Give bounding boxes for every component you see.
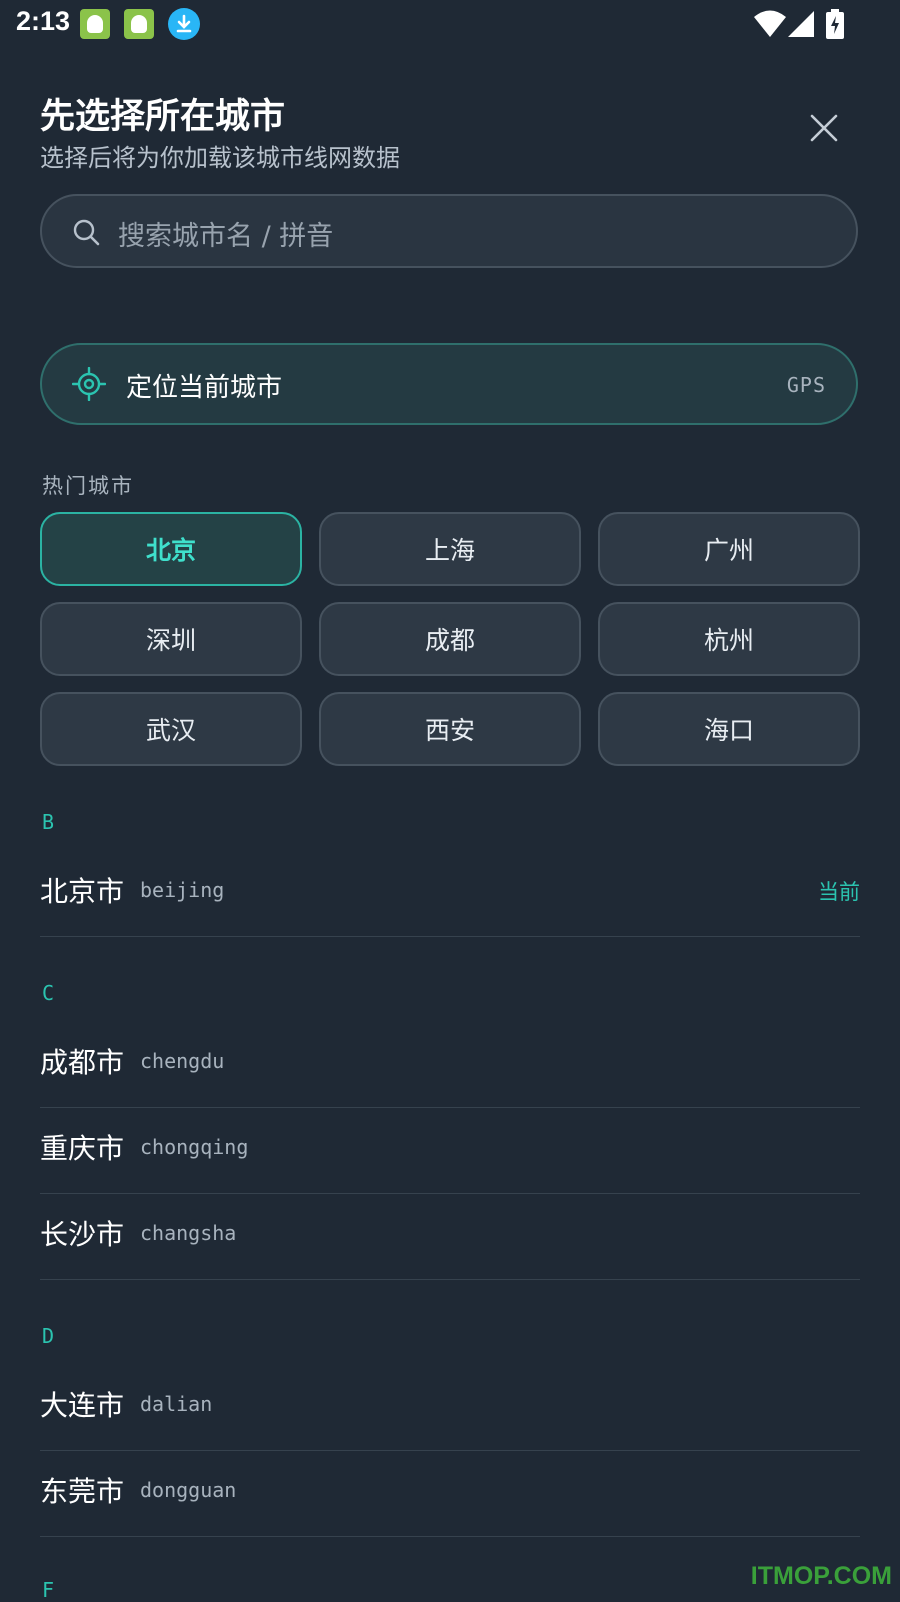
city-row[interactable]: 大连市 dalian bbox=[40, 1364, 860, 1451]
hot-city-chip[interactable]: 西安 bbox=[319, 692, 581, 766]
crosshair-icon bbox=[72, 367, 106, 401]
page-title: 先选择所在城市 bbox=[40, 97, 286, 137]
search-icon bbox=[73, 219, 100, 246]
section-letter: B bbox=[42, 810, 55, 834]
app-icon bbox=[80, 9, 110, 39]
city-pinyin: changsha bbox=[140, 1221, 237, 1245]
city-name: 成都市 bbox=[40, 1046, 125, 1079]
search-input[interactable]: 搜索城市名 / 拼音 bbox=[40, 194, 858, 268]
close-icon[interactable] bbox=[806, 110, 842, 146]
signal-icon bbox=[788, 11, 814, 37]
city-name: 重庆市 bbox=[40, 1132, 125, 1165]
gps-tag: GPS bbox=[786, 373, 826, 397]
city-name: 东莞市 bbox=[40, 1475, 125, 1508]
city-pinyin: chengdu bbox=[140, 1049, 225, 1073]
city-row[interactable]: 重庆市 chongqing bbox=[40, 1107, 860, 1194]
hot-city-chip[interactable]: 上海 bbox=[319, 512, 581, 586]
wifi-icon bbox=[754, 10, 786, 37]
section-letter: D bbox=[42, 1324, 55, 1348]
hot-city-chip[interactable]: 海口 bbox=[598, 692, 860, 766]
city-pinyin: beijing bbox=[140, 878, 225, 902]
hot-city-chip[interactable]: 深圳 bbox=[40, 602, 302, 676]
hot-cities-label: 热门城市 bbox=[42, 474, 134, 498]
city-row[interactable]: 长沙市 changsha bbox=[40, 1193, 860, 1280]
section-letter: F bbox=[42, 1578, 55, 1602]
city-name: 长沙市 bbox=[40, 1218, 125, 1251]
battery-charging-icon bbox=[826, 9, 844, 39]
city-row[interactable]: 北京市 beijing 当前 bbox=[40, 850, 860, 937]
hot-city-chip[interactable]: 武汉 bbox=[40, 692, 302, 766]
locate-current-city-button[interactable]: 定位当前城市 GPS bbox=[40, 343, 858, 425]
city-pinyin: chongqing bbox=[140, 1135, 249, 1159]
hot-city-chip[interactable]: 成都 bbox=[319, 602, 581, 676]
status-time: 2:13 bbox=[16, 6, 71, 36]
locate-label: 定位当前城市 bbox=[126, 373, 283, 403]
watermark: ITMOP.COM bbox=[750, 1562, 892, 1590]
hot-city-chip[interactable]: 杭州 bbox=[598, 602, 860, 676]
download-icon bbox=[168, 8, 200, 40]
current-city-badge: 当前 bbox=[818, 880, 860, 904]
city-name: 北京市 bbox=[40, 875, 125, 908]
hot-city-chip[interactable]: 广州 bbox=[598, 512, 860, 586]
status-bar: 2:13 bbox=[0, 0, 900, 48]
page-subtitle: 选择后将为你加载该城市线网数据 bbox=[40, 144, 400, 172]
hot-city-chip[interactable]: 北京 bbox=[40, 512, 302, 586]
section-letter: C bbox=[42, 981, 55, 1005]
search-placeholder: 搜索城市名 / 拼音 bbox=[118, 221, 334, 252]
city-row[interactable]: 成都市 chengdu bbox=[40, 1021, 860, 1108]
city-pinyin: dalian bbox=[140, 1392, 213, 1416]
city-row[interactable]: 东莞市 dongguan bbox=[40, 1450, 860, 1537]
city-name: 大连市 bbox=[40, 1389, 125, 1422]
app-icon bbox=[124, 9, 154, 39]
city-pinyin: dongguan bbox=[140, 1478, 237, 1502]
